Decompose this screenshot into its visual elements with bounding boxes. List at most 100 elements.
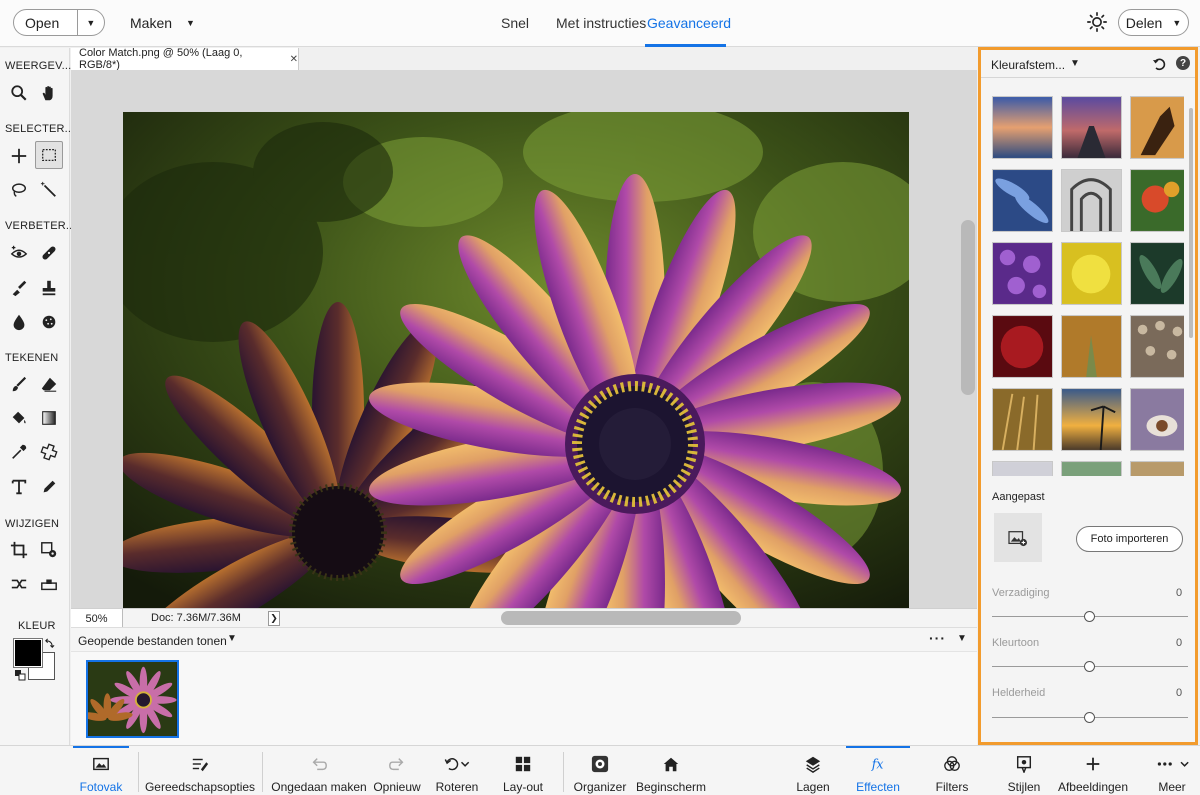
brightness-slider-handle[interactable] xyxy=(1084,712,1095,723)
clone-stamp-tool-icon[interactable] xyxy=(35,274,63,302)
saturation-slider-handle[interactable] xyxy=(1084,611,1095,622)
magic-wand-tool-icon[interactable] xyxy=(35,176,63,204)
sponge-tool-icon[interactable] xyxy=(35,308,63,336)
recompose-tool-icon[interactable] xyxy=(35,536,63,564)
preset-thumbnail[interactable] xyxy=(1130,315,1184,378)
eraser-tool-icon[interactable] xyxy=(35,370,63,398)
preset-thumbnail[interactable] xyxy=(1061,315,1122,378)
zoom-level-field[interactable]: 50% xyxy=(71,609,123,628)
graphics-button[interactable]: Afbeeldingen xyxy=(1058,746,1128,795)
preset-grid xyxy=(992,96,1184,476)
lasso-tool-icon[interactable] xyxy=(5,176,33,204)
panel-scrollbar[interactable] xyxy=(1189,108,1193,338)
section-selecteren: SELECTER... xyxy=(5,123,75,135)
canvas-area[interactable] xyxy=(71,70,977,608)
flower-photo[interactable] xyxy=(123,112,909,608)
layers-button[interactable]: Lagen xyxy=(795,746,831,795)
gradient-tool-icon[interactable] xyxy=(35,404,63,432)
blur-tool-icon[interactable] xyxy=(5,308,33,336)
preset-thumbnail[interactable] xyxy=(1061,96,1122,159)
preset-thumbnail[interactable] xyxy=(1061,169,1122,232)
default-colors-icon[interactable] xyxy=(14,669,26,681)
type-tool-icon[interactable] xyxy=(5,473,33,501)
preset-thumbnail[interactable] xyxy=(992,96,1053,159)
eyedropper-tool-icon[interactable] xyxy=(5,438,33,466)
content-aware-move-tool-icon[interactable] xyxy=(5,570,33,598)
paint-bucket-tool-icon[interactable] xyxy=(5,404,33,432)
photoshop-elements-window: Open ▼ Maken ▼ Snel Met instructies Geav… xyxy=(0,0,1200,795)
photo-bin-thumbnail[interactable] xyxy=(86,660,179,738)
bottom-separator xyxy=(138,752,139,792)
photo-bin-filter[interactable]: Geopende bestanden tonen xyxy=(78,634,227,648)
top-bar: Open ▼ Maken ▼ Snel Met instructies Geav… xyxy=(0,0,1200,47)
spot-healing-tool-icon[interactable] xyxy=(35,239,63,267)
hue-slider-handle[interactable] xyxy=(1084,661,1095,672)
zoom-tool-icon[interactable] xyxy=(5,79,33,107)
section-kleur: KLEUR xyxy=(18,620,56,632)
rotate-button[interactable]: Roteren xyxy=(434,746,480,795)
preset-thumbnail[interactable] xyxy=(992,242,1053,305)
maken-menu[interactable]: Maken ▼ xyxy=(130,15,195,31)
custom-image-icon[interactable] xyxy=(994,513,1042,562)
red-eye-tool-icon[interactable] xyxy=(5,239,33,267)
preset-thumbnail[interactable] xyxy=(992,461,1053,476)
preset-thumbnail[interactable] xyxy=(992,169,1053,232)
preset-thumbnail[interactable] xyxy=(1061,461,1122,476)
preset-thumbnail[interactable] xyxy=(1061,242,1122,305)
organizer-button[interactable]: Organizer xyxy=(574,746,626,795)
swap-colors-icon[interactable] xyxy=(44,638,55,649)
foreground-color-swatch[interactable] xyxy=(13,638,43,668)
preset-thumbnail[interactable] xyxy=(1130,169,1184,232)
mode-tab-geavanceerd[interactable]: Geavanceerd xyxy=(647,15,731,31)
reset-icon[interactable] xyxy=(1152,56,1168,72)
preset-thumbnail[interactable] xyxy=(992,388,1053,451)
section-weergeven: WEERGEV... xyxy=(5,60,72,72)
redo-button[interactable]: Opnieuw xyxy=(372,746,422,795)
vertical-scrollbar[interactable] xyxy=(961,220,975,395)
preset-thumbnail[interactable] xyxy=(1130,242,1184,305)
import-photo-button[interactable]: Foto importeren xyxy=(1076,526,1183,552)
move-tool-icon[interactable] xyxy=(5,142,33,170)
fotovak-button[interactable]: Fotovak xyxy=(73,746,129,795)
open-dropdown-chevron-icon[interactable]: ▼ xyxy=(78,18,104,28)
close-document-icon[interactable]: ✕ xyxy=(290,54,298,65)
panel-title-chevron-icon[interactable]: ▼ xyxy=(1070,58,1080,69)
brush-tool-icon[interactable] xyxy=(5,370,33,398)
status-menu-arrow-icon[interactable]: ❯ xyxy=(268,611,280,626)
theme-sun-icon[interactable] xyxy=(1086,11,1108,33)
preset-thumbnail[interactable] xyxy=(1061,388,1122,451)
help-icon[interactable]: ? xyxy=(1176,56,1190,70)
layers-label: Lagen xyxy=(796,780,830,794)
open-button[interactable]: Open ▼ xyxy=(13,9,105,36)
more-button[interactable]: Meer xyxy=(1146,746,1198,795)
crop-tool-icon[interactable] xyxy=(5,536,33,564)
photo-bin-more-icon[interactable]: ··· xyxy=(929,630,946,646)
layout-button[interactable]: Lay-out xyxy=(500,746,546,795)
panel-title[interactable]: Kleurafstem... xyxy=(991,58,1065,72)
delen-button[interactable]: Delen ▼ xyxy=(1118,9,1189,36)
tool-options-button[interactable]: Gereedschapsopties xyxy=(145,746,255,795)
marquee-tool-icon[interactable] xyxy=(35,141,63,169)
document-tab[interactable]: Color Match.png @ 50% (Laag 0, RGB/8*) ✕ xyxy=(71,47,299,71)
mode-tab-snel[interactable]: Snel xyxy=(501,15,529,31)
hand-tool-icon[interactable] xyxy=(35,79,63,107)
home-screen-button[interactable]: Beginscherm xyxy=(636,746,706,795)
photo-bin-collapse-icon[interactable]: ▼ xyxy=(957,633,967,644)
styles-button[interactable]: Stijlen xyxy=(1005,746,1043,795)
straighten-tool-icon[interactable] xyxy=(35,570,63,598)
horizontal-scrollbar[interactable] xyxy=(501,611,741,625)
undo-button[interactable]: Ongedaan maken xyxy=(271,746,367,795)
effects-button[interactable]: fx Effecten xyxy=(846,746,910,795)
pencil-tool-icon[interactable] xyxy=(35,473,63,501)
smart-brush-tool-icon[interactable] xyxy=(5,274,33,302)
photo-bin-chevron-icon[interactable]: ▼ xyxy=(227,633,237,644)
preset-thumbnail[interactable] xyxy=(1130,388,1184,451)
filters-button[interactable]: Filters xyxy=(932,746,972,795)
custom-shape-tool-icon[interactable] xyxy=(35,438,63,466)
mode-tab-met-instructies[interactable]: Met instructies xyxy=(556,15,646,31)
preset-thumbnail[interactable] xyxy=(1130,96,1184,159)
more-label: Meer xyxy=(1158,780,1186,794)
preset-thumbnail[interactable] xyxy=(1130,461,1184,476)
preset-thumbnail[interactable] xyxy=(992,315,1053,378)
redo-icon xyxy=(389,758,404,771)
